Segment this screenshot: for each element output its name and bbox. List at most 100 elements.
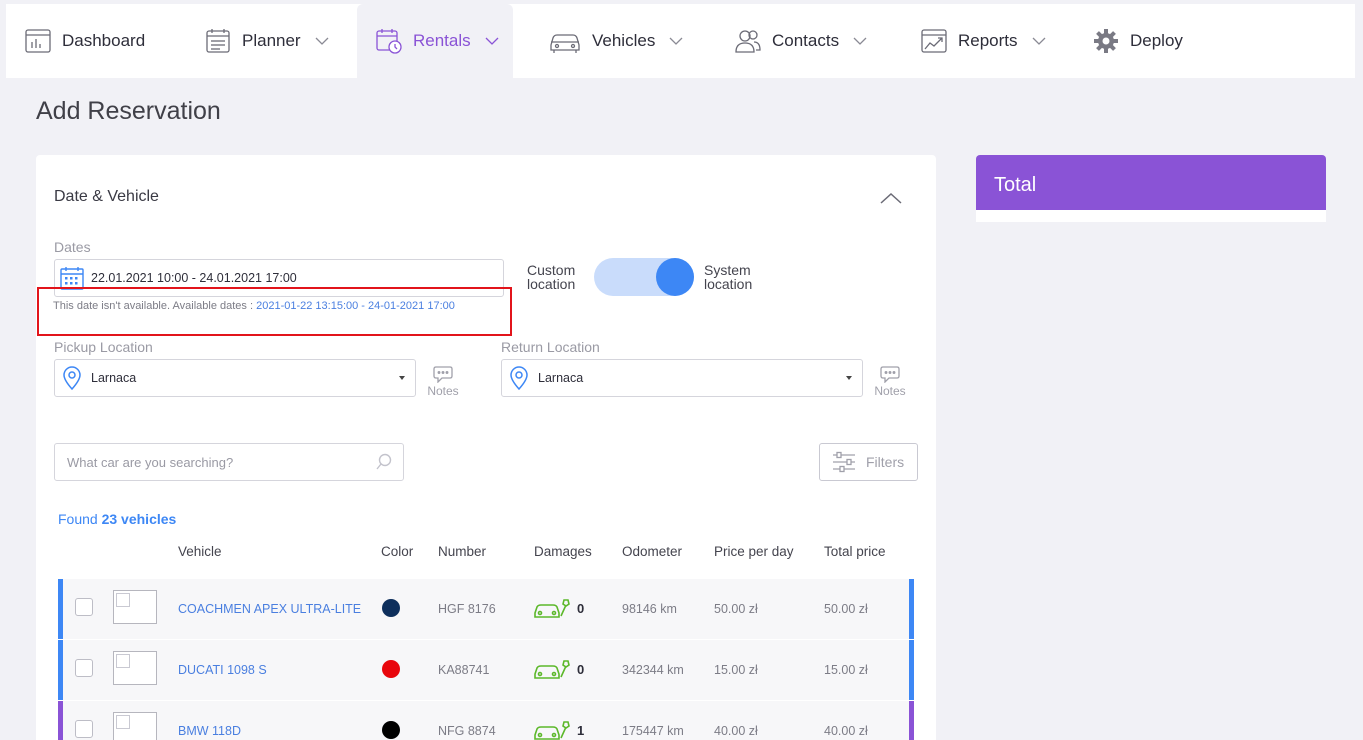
dropdown-arrow-icon — [399, 376, 405, 380]
filters-label: Filters — [866, 454, 905, 470]
return-notes-label: Notes — [874, 384, 906, 398]
nav-rentals-label: Rentals — [413, 31, 471, 50]
return-location-label: Return Location — [501, 339, 600, 355]
row-checkbox[interactable] — [75, 659, 93, 677]
date-vehicle-card: Date & Vehicle Dates 22.01.2021 10:00 - … — [36, 155, 936, 740]
nav-deploy-label: Deploy — [1130, 31, 1183, 50]
odometer-value: 98146 km — [622, 602, 677, 616]
damages-count: 0 — [577, 662, 585, 677]
col-vehicle[interactable]: Vehicle — [178, 544, 222, 559]
vehicle-name-link[interactable]: BMW 118D — [178, 724, 241, 738]
car-repair-icon[interactable] — [533, 718, 571, 740]
nav-deploy[interactable]: Deploy — [1092, 4, 1183, 78]
top-navigation: Dashboard Planner Rentals Vehicles Conta… — [6, 4, 1355, 78]
system-location-label: System location — [704, 262, 753, 292]
reports-icon — [921, 29, 947, 53]
price-per-day-value: 15.00 zł — [714, 663, 758, 677]
nav-planner-label: Planner — [242, 31, 301, 50]
toggle-knob — [656, 258, 694, 296]
odometer-value: 175447 km — [622, 724, 684, 738]
pickup-location-select[interactable]: Larnaca — [54, 359, 416, 397]
nav-vehicles-label: Vehicles — [592, 31, 656, 50]
vehicle-number: NFG 8874 — [438, 724, 496, 738]
color-swatch — [382, 599, 400, 617]
availability-warning-text: This date isn't available. Available dat… — [53, 300, 254, 312]
dropdown-arrow-icon — [846, 376, 852, 380]
col-total-price[interactable]: Total price — [824, 544, 886, 559]
col-number[interactable]: Number — [438, 544, 486, 559]
notes-icon — [433, 366, 453, 383]
table-row[interactable]: DUCATI 1098 S KA88741 0 342344 km 15.00 … — [58, 640, 914, 700]
nav-reports[interactable]: Reports — [920, 4, 1046, 78]
total-price-value: 15.00 zł — [824, 663, 868, 677]
damages-count: 1 — [577, 723, 585, 738]
notes-icon — [880, 366, 900, 383]
color-swatch — [382, 721, 400, 739]
dates-label: Dates — [54, 239, 91, 255]
color-swatch — [382, 660, 400, 678]
rentals-calendar-icon — [376, 29, 402, 54]
price-per-day-value: 40.00 zł — [714, 724, 758, 738]
map-pin-icon — [510, 366, 528, 391]
nav-rentals[interactable]: Rentals — [357, 4, 513, 78]
contacts-icon — [735, 30, 761, 53]
location-type-toggle[interactable] — [594, 258, 694, 296]
car-icon — [550, 34, 580, 53]
gear-icon — [1094, 29, 1118, 53]
chevron-down-icon — [853, 37, 867, 45]
row-checkbox[interactable] — [75, 598, 93, 616]
nav-dashboard[interactable]: Dashboard — [24, 4, 145, 78]
col-odometer[interactable]: Odometer — [622, 544, 682, 559]
vehicle-thumbnail — [113, 712, 157, 740]
row-checkbox[interactable] — [75, 720, 93, 738]
pickup-location-label: Pickup Location — [54, 339, 153, 355]
nav-contacts-label: Contacts — [772, 31, 840, 50]
sliders-icon — [833, 451, 855, 473]
col-color[interactable]: Color — [381, 544, 413, 559]
nav-reports-label: Reports — [958, 31, 1018, 50]
vehicle-thumbnail — [113, 651, 157, 685]
dashboard-icon — [25, 29, 51, 53]
damages-count: 0 — [577, 601, 585, 616]
chevron-down-icon — [485, 37, 499, 45]
map-pin-icon — [63, 366, 81, 391]
table-row[interactable]: BMW 118D NFG 8874 1 175447 km 40.00 zł 4… — [58, 701, 914, 740]
search-icon[interactable] — [375, 453, 393, 471]
chevron-down-icon — [1032, 37, 1045, 45]
car-repair-icon[interactable] — [533, 596, 571, 620]
pickup-notes-button[interactable]: Notes — [423, 365, 463, 398]
odometer-value: 342344 km — [622, 663, 684, 677]
vehicle-number: HGF 8176 — [438, 602, 496, 616]
vehicle-name-link[interactable]: DUCATI 1098 S — [178, 663, 267, 677]
nav-dashboard-label: Dashboard — [62, 31, 146, 50]
found-count-value: 23 vehicles — [101, 511, 177, 527]
section-title: Date & Vehicle — [54, 188, 159, 205]
col-price-per-day[interactable]: Price per day — [714, 544, 794, 559]
return-location-value: Larnaca — [538, 371, 584, 385]
dates-value: 22.01.2021 10:00 - 24.01.2021 17:00 — [91, 271, 297, 285]
return-location-select[interactable]: Larnaca — [501, 359, 863, 397]
table-row[interactable]: COACHMEN APEX ULTRA-LITE HGF 8176 0 9814… — [58, 579, 914, 639]
custom-location-label: Custom location — [527, 262, 576, 292]
filters-button[interactable]: Filters — [819, 443, 918, 481]
col-damages[interactable]: Damages — [534, 544, 592, 559]
pickup-location-value: Larnaca — [91, 371, 137, 385]
nav-vehicles[interactable]: Vehicles — [548, 4, 683, 78]
nav-contacts[interactable]: Contacts — [734, 4, 867, 78]
vehicle-search — [54, 443, 404, 481]
price-per-day-value: 50.00 zł — [714, 602, 758, 616]
vehicle-search-input[interactable] — [55, 444, 355, 480]
vehicle-name-link[interactable]: COACHMEN APEX ULTRA-LITE — [178, 602, 361, 616]
available-dates-link[interactable]: 2021-01-22 13:15:00 - 24-01-2021 17:00 — [256, 300, 455, 312]
car-repair-icon[interactable] — [533, 657, 571, 681]
chevron-down-icon — [669, 37, 683, 45]
availability-warning: This date isn't available. Available dat… — [53, 300, 493, 312]
return-notes-button[interactable]: Notes — [870, 365, 910, 398]
found-count: Found 23 vehicles — [58, 511, 177, 527]
chevron-up-icon[interactable] — [879, 191, 903, 205]
vehicle-thumbnail — [113, 590, 157, 624]
total-panel-header: Total — [976, 155, 1326, 210]
total-price-value: 50.00 zł — [824, 602, 868, 616]
nav-planner[interactable]: Planner — [204, 4, 329, 78]
total-panel-body — [976, 210, 1326, 222]
